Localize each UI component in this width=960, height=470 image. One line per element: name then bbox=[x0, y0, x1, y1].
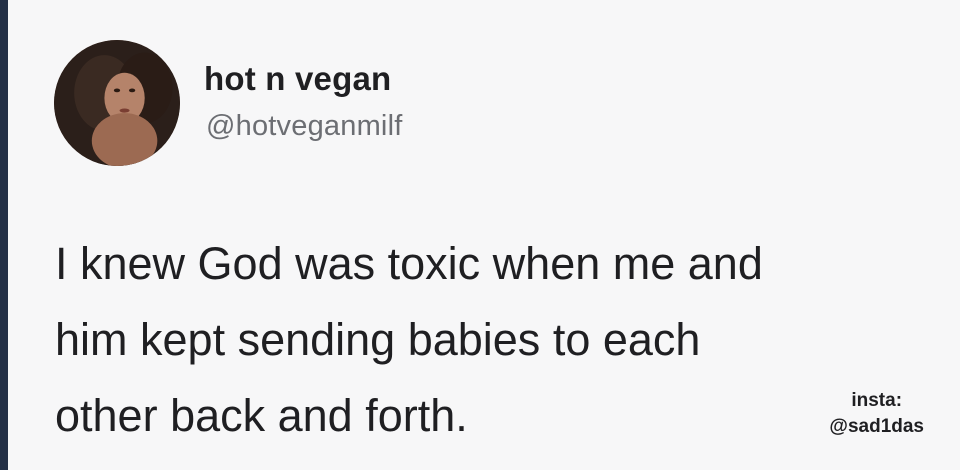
tweet-text-line: I knew God was toxic when me and bbox=[55, 238, 763, 289]
avatar[interactable] bbox=[54, 40, 180, 166]
display-name[interactable]: hot n vegan bbox=[204, 62, 391, 95]
instagram-watermark: insta: @sad1das bbox=[829, 388, 924, 440]
watermark-label: insta: bbox=[851, 390, 903, 411]
watermark-handle: @sad1das bbox=[829, 416, 924, 437]
profile-photo-icon bbox=[54, 40, 180, 166]
tweet-text: I knew God was toxic when me and him kep… bbox=[55, 226, 915, 454]
left-edge bbox=[0, 0, 8, 470]
tweet-text-line: him kept sending babies to each bbox=[55, 314, 701, 365]
tweet-card: hot n vegan @hotveganmilf I knew God was… bbox=[8, 0, 960, 470]
user-handle[interactable]: @hotveganmilf bbox=[206, 112, 402, 141]
tweet-text-line: other back and forth. bbox=[55, 390, 468, 441]
